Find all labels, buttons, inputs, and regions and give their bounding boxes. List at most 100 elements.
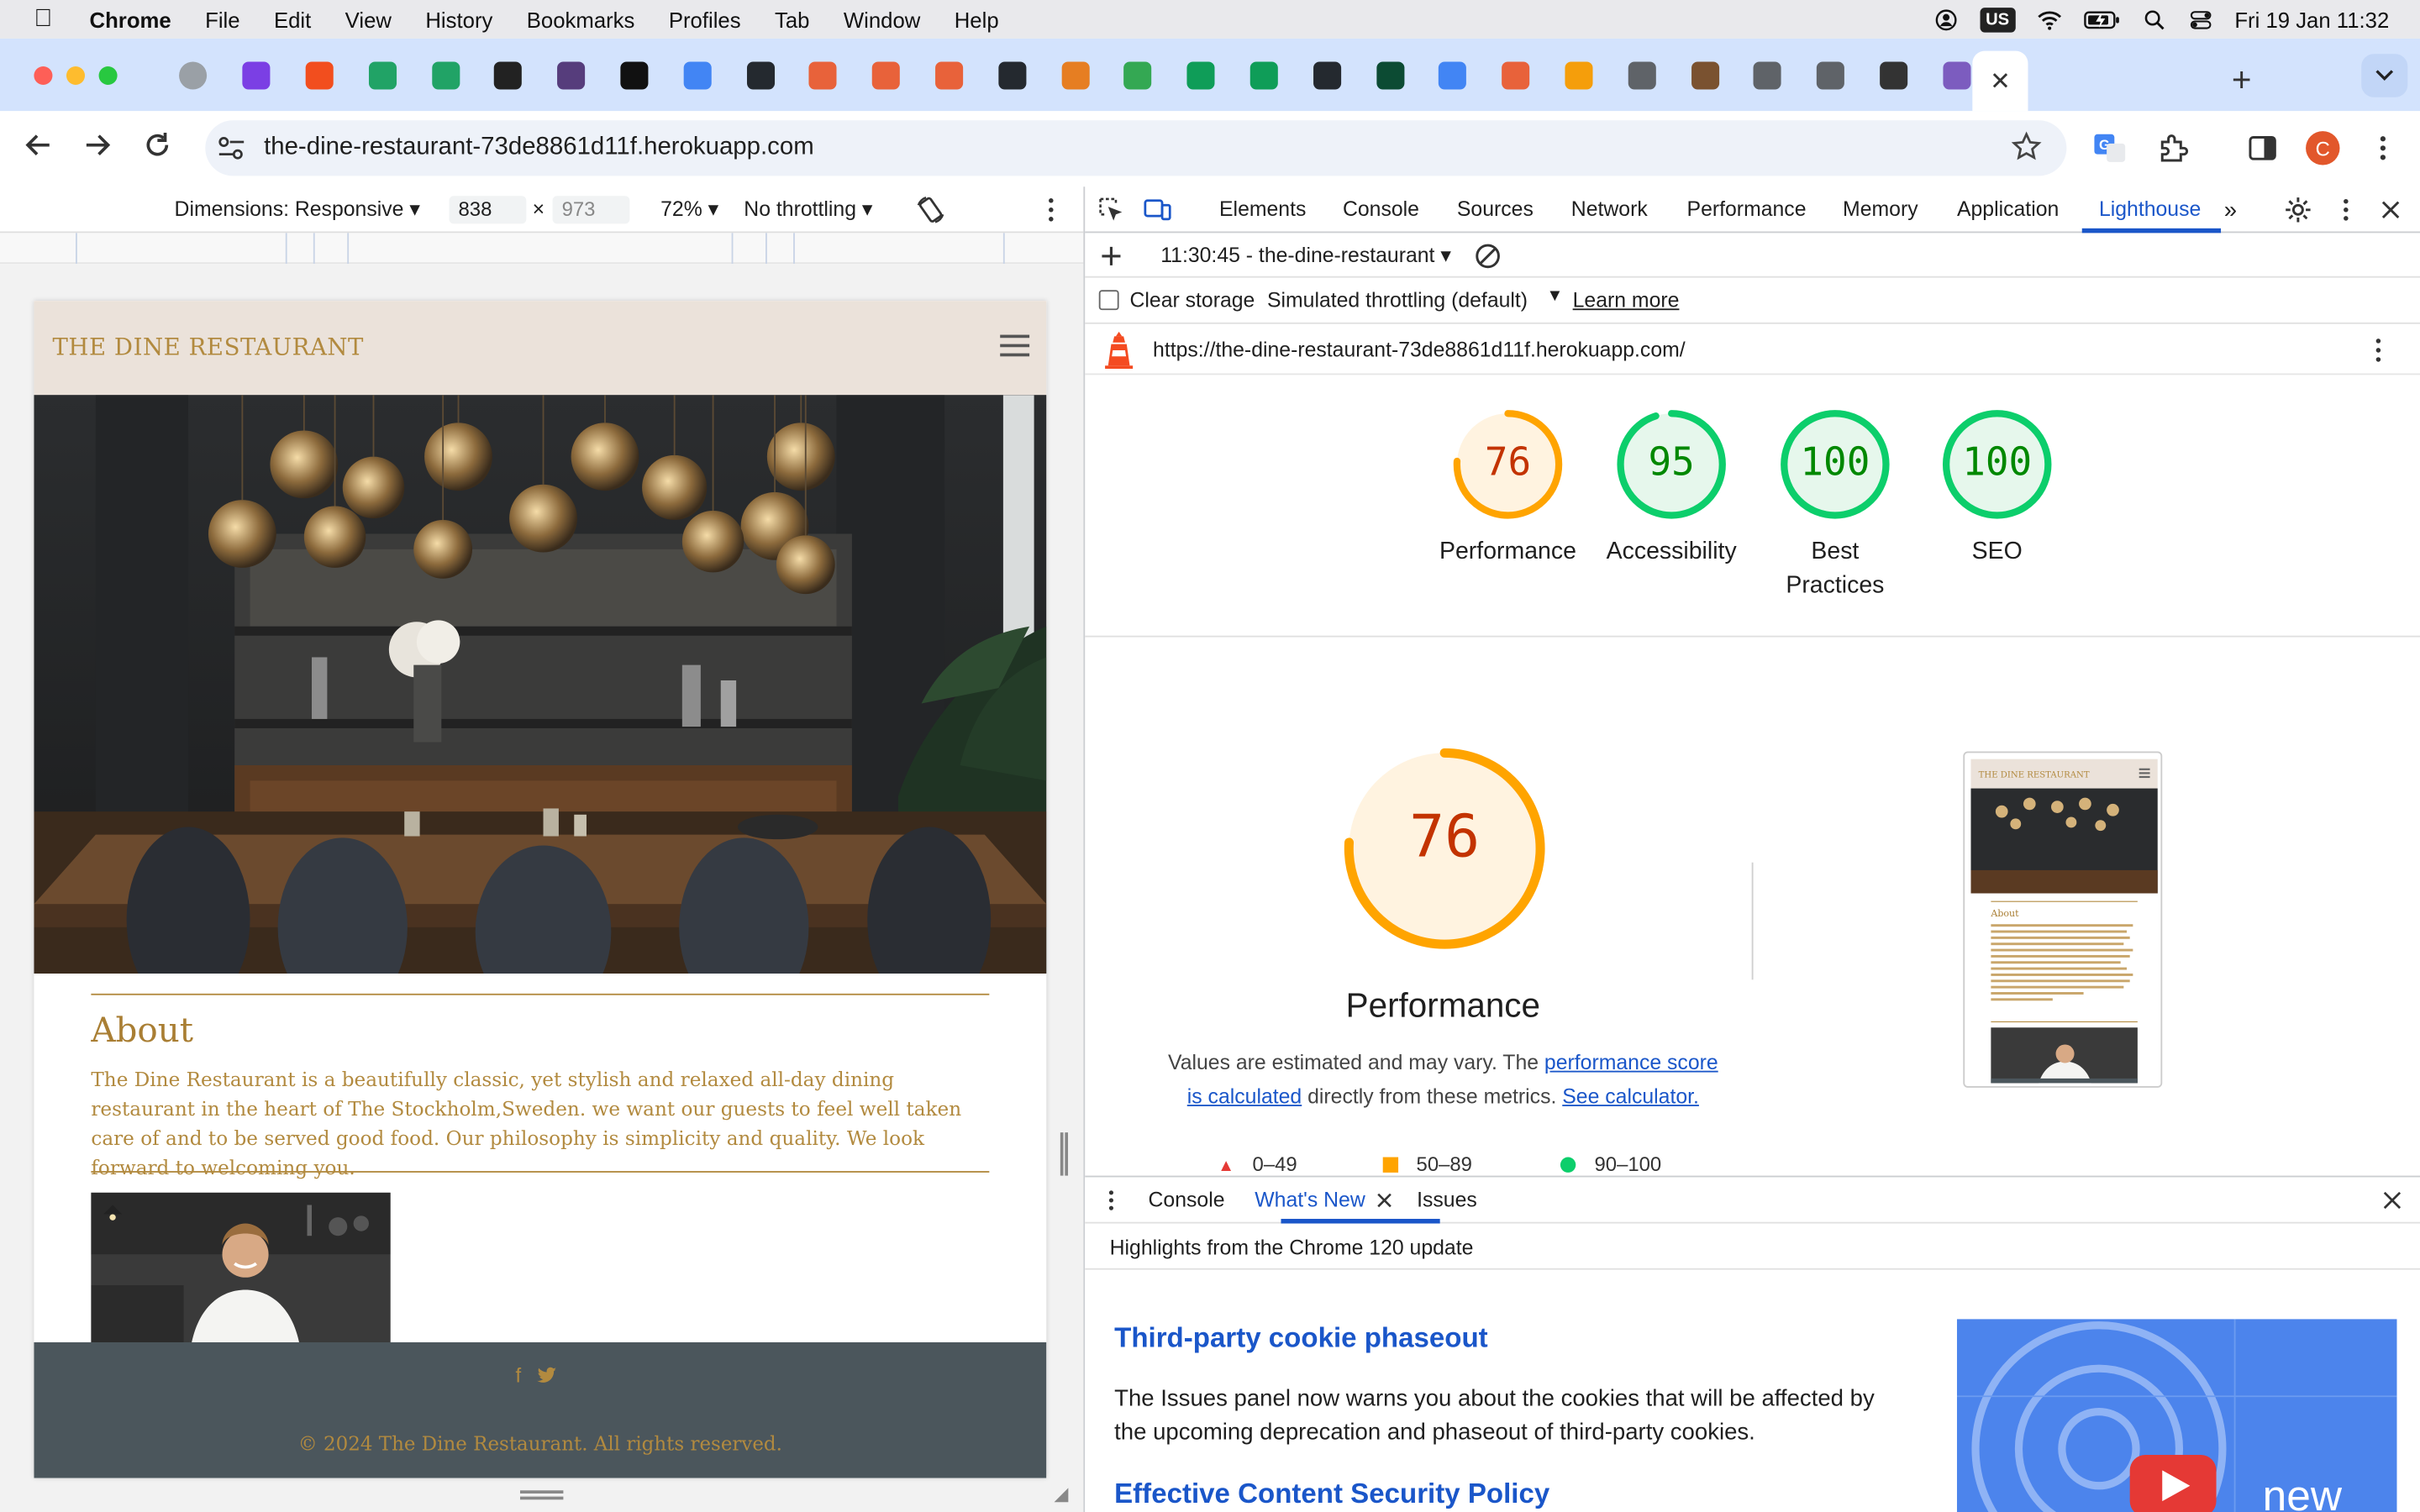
tab-favicon[interactable] bbox=[1170, 59, 1233, 92]
tab-favicon[interactable] bbox=[1233, 59, 1296, 92]
menu-help[interactable]: Help bbox=[955, 7, 999, 31]
tab-application[interactable]: Application bbox=[1957, 197, 2059, 221]
inspect-element-icon[interactable] bbox=[1097, 196, 1125, 223]
input-source-badge[interactable]: US bbox=[1979, 7, 2016, 32]
new-tab-button[interactable]: + bbox=[2232, 60, 2252, 101]
viewport-resize-corner[interactable]: ◢ bbox=[1054, 1483, 1068, 1504]
learn-more-link[interactable]: Learn more bbox=[1573, 288, 1680, 312]
tab-favicon[interactable] bbox=[477, 59, 540, 92]
close-devtools-icon[interactable] bbox=[2377, 196, 2405, 223]
tab-favicon[interactable] bbox=[792, 59, 855, 92]
tab-favicon[interactable] bbox=[1610, 59, 1673, 92]
media-query-ruler[interactable] bbox=[0, 233, 1084, 265]
tab-favicon[interactable] bbox=[414, 59, 477, 92]
menubar-clock[interactable]: Fri 19 Jan 11:32 bbox=[2234, 7, 2389, 31]
hamburger-menu-icon[interactable] bbox=[1000, 334, 1030, 359]
close-whats-new-icon[interactable] bbox=[1376, 1193, 1392, 1208]
side-panel-icon[interactable] bbox=[2245, 131, 2279, 165]
throttling-mode[interactable]: Simulated throttling (default) bbox=[1267, 288, 1528, 312]
close-window-button[interactable] bbox=[34, 66, 53, 86]
devtools-more-icon[interactable] bbox=[2332, 196, 2360, 223]
rotate-icon[interactable] bbox=[915, 194, 946, 225]
tab-performance[interactable]: Performance bbox=[1687, 197, 1807, 221]
drawer-tab-whats-new[interactable]: What's New bbox=[1255, 1188, 1365, 1211]
dimensions-dropdown[interactable]: Dimensions: Responsive ▾ bbox=[175, 197, 420, 222]
gauge-seo[interactable]: 100 SEO bbox=[1920, 409, 2075, 570]
tab-favicon[interactable] bbox=[729, 59, 792, 92]
page-screenshot-thumbnail[interactable]: THE DINE RESTAURANT About bbox=[1963, 751, 2163, 1088]
tab-favicon[interactable] bbox=[1736, 59, 1799, 92]
viewport-width-input[interactable]: 838 bbox=[449, 196, 527, 224]
forward-arrow-icon[interactable] bbox=[81, 129, 114, 160]
tab-favicon[interactable] bbox=[1107, 59, 1170, 92]
report-options-icon[interactable] bbox=[2366, 336, 2391, 364]
tab-favicon[interactable] bbox=[918, 59, 981, 92]
control-center-icon[interactable] bbox=[2188, 8, 2212, 30]
facebook-icon[interactable]: f bbox=[515, 1364, 521, 1388]
new-report-plus-icon[interactable] bbox=[1099, 244, 1123, 268]
zoom-dropdown[interactable]: 72% ▾ bbox=[660, 197, 718, 222]
throttling-dropdown[interactable]: No throttling ▾ bbox=[744, 197, 872, 222]
clear-storage-checkbox[interactable] bbox=[1098, 290, 1119, 311]
user-account-icon[interactable] bbox=[1933, 8, 1958, 30]
device-toggle-icon[interactable] bbox=[1144, 196, 1171, 223]
tab-favicon[interactable] bbox=[1673, 59, 1736, 92]
menu-edit[interactable]: Edit bbox=[274, 7, 311, 31]
gauge-best-practices[interactable]: 100 Best Practices bbox=[1758, 409, 1912, 603]
extensions-puzzle-icon[interactable] bbox=[2156, 131, 2190, 165]
csp-link[interactable]: Effective Content Security Policy bbox=[1114, 1478, 1549, 1511]
menu-app-name[interactable]: Chrome bbox=[90, 7, 171, 31]
drawer-tab-console[interactable]: Console bbox=[1149, 1188, 1225, 1211]
viewport-height-input[interactable]: 973 bbox=[552, 196, 630, 224]
bookmark-star-icon[interactable] bbox=[2011, 131, 2042, 162]
menu-bookmarks[interactable]: Bookmarks bbox=[527, 7, 635, 31]
tab-network[interactable]: Network bbox=[1571, 197, 1648, 221]
zoom-window-button[interactable] bbox=[98, 66, 118, 86]
menu-view[interactable]: View bbox=[345, 7, 392, 31]
tab-favicon[interactable] bbox=[602, 59, 666, 92]
reload-icon[interactable] bbox=[140, 129, 174, 160]
device-toolbar-more-icon[interactable] bbox=[1039, 196, 1063, 223]
menu-tab[interactable]: Tab bbox=[775, 7, 809, 31]
tab-favicon[interactable] bbox=[162, 59, 225, 92]
minimize-window-button[interactable] bbox=[66, 66, 86, 86]
tab-favicon[interactable] bbox=[1296, 59, 1359, 92]
tab-favicon[interactable] bbox=[539, 59, 602, 92]
url-text[interactable]: the-dine-restaurant-73de8861d11f.herokua… bbox=[264, 134, 814, 162]
chrome-menu-kebab-icon[interactable] bbox=[2366, 131, 2400, 165]
site-settings-icon[interactable] bbox=[218, 136, 245, 160]
tab-favicon[interactable] bbox=[1359, 59, 1422, 92]
tab-search-button[interactable] bbox=[2361, 54, 2408, 97]
site-brand[interactable]: THE DINE RESTAURANT bbox=[52, 333, 364, 361]
clear-reports-icon[interactable] bbox=[1474, 242, 1502, 270]
viewport-resize-handle-right[interactable] bbox=[1060, 1132, 1069, 1176]
close-drawer-icon[interactable] bbox=[2383, 1191, 2402, 1210]
cookie-phaseout-link[interactable]: Third-party cookie phaseout bbox=[1114, 1322, 1488, 1355]
tab-favicon[interactable] bbox=[1862, 59, 1925, 92]
active-tab[interactable]: ✕ bbox=[1972, 50, 2028, 112]
gauge-accessibility[interactable]: 95 Accessibility bbox=[1594, 409, 1749, 570]
tab-favicon[interactable] bbox=[225, 59, 288, 92]
viewport-resize-handle-bottom[interactable] bbox=[519, 1490, 564, 1500]
more-tabs-button[interactable]: » bbox=[2224, 197, 2237, 223]
tab-favicon[interactable] bbox=[855, 59, 918, 92]
wifi-icon[interactable] bbox=[2037, 8, 2061, 30]
tab-favicon[interactable] bbox=[981, 59, 1044, 92]
tab-memory[interactable]: Memory bbox=[1843, 197, 1918, 221]
tab-favicon[interactable] bbox=[1547, 59, 1610, 92]
tab-lighthouse[interactable]: Lighthouse bbox=[2099, 197, 2201, 221]
menu-profiles[interactable]: Profiles bbox=[669, 7, 741, 31]
twitter-icon[interactable] bbox=[538, 1367, 558, 1383]
throttling-dropdown-arrow[interactable]: ▼ bbox=[1546, 287, 1563, 306]
menu-window[interactable]: Window bbox=[844, 7, 920, 31]
tab-sources[interactable]: Sources bbox=[1457, 197, 1534, 221]
whats-new-video-thumbnail[interactable]: new bbox=[1956, 1319, 2397, 1512]
tab-favicon[interactable] bbox=[288, 59, 351, 92]
settings-gear-icon[interactable] bbox=[2284, 196, 2312, 223]
back-arrow-icon[interactable] bbox=[22, 129, 55, 160]
profile-avatar[interactable]: C bbox=[2306, 131, 2340, 165]
tab-favicon[interactable] bbox=[1484, 59, 1547, 92]
report-url[interactable]: https://the-dine-restaurant-73de8861d11f… bbox=[1153, 338, 1686, 361]
google-translate-icon[interactable]: G bbox=[2093, 131, 2127, 165]
drawer-more-icon[interactable] bbox=[1102, 1188, 1120, 1212]
